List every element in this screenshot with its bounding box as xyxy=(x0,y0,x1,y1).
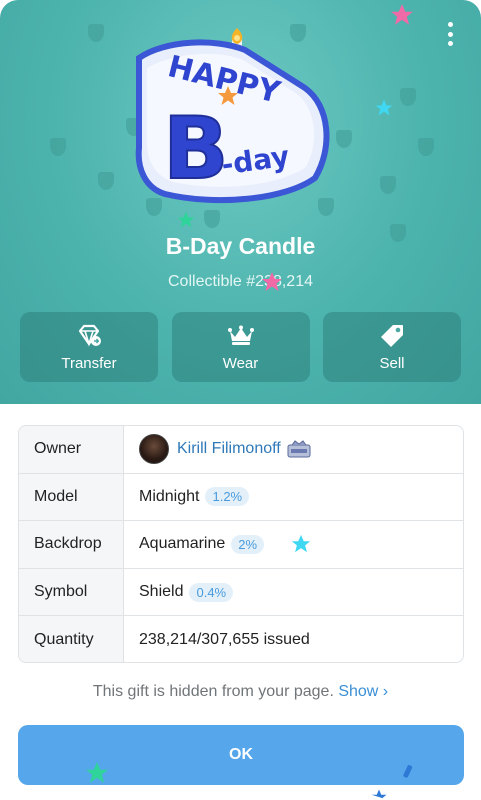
quantity-row: Quantity 238,214/307,655 issued xyxy=(19,616,463,662)
backdrop-row: Backdrop Aquamarine 2% xyxy=(19,521,463,569)
hidden-note-text: This gift is hidden from your page. xyxy=(92,683,339,700)
star-confetti-icon xyxy=(371,789,387,799)
shield-pattern-icon xyxy=(400,88,416,106)
gift-collectible-number: Collectible #238,214 xyxy=(168,273,313,290)
symbol-label: Symbol xyxy=(19,568,124,616)
shield-pattern-icon xyxy=(50,138,66,156)
tag-icon xyxy=(381,324,403,347)
backdrop-value: Aquamarine 2% xyxy=(124,521,463,568)
bday-candle-sticker: HAPPY B -day xyxy=(135,28,330,204)
owner-name-link[interactable]: Kirill Filimonoff xyxy=(177,440,281,458)
model-name: Midnight xyxy=(139,487,200,505)
wear-label: Wear xyxy=(222,354,259,372)
avatar[interactable] xyxy=(139,434,169,465)
star-confetti-icon xyxy=(375,99,393,116)
shield-pattern-icon xyxy=(418,138,434,156)
star-confetti-icon xyxy=(218,86,238,105)
star-confetti-icon xyxy=(291,535,311,553)
show-link[interactable]: Show › xyxy=(338,683,388,700)
sell-button[interactable]: Sell xyxy=(323,312,461,382)
sell-label: Sell xyxy=(379,354,405,372)
owner-label: Owner xyxy=(19,426,124,473)
owner-row: Owner Kirill Filimonoff xyxy=(19,426,463,474)
backdrop-rarity-badge[interactable]: 2% xyxy=(231,534,265,554)
model-label: Model xyxy=(19,473,124,521)
gift-transfer-icon xyxy=(78,324,101,347)
gift-info-table: Owner Kirill Filimonoff Model Midnight 1… xyxy=(18,425,464,663)
premium-badge-icon xyxy=(287,440,311,458)
gift-actions: Transfer Wear Sell xyxy=(20,312,461,382)
shield-pattern-icon xyxy=(380,176,396,194)
model-value: Midnight 1.2% xyxy=(124,474,463,521)
model-row: Model Midnight 1.2% xyxy=(19,473,463,522)
confetti-piece-icon xyxy=(403,765,413,778)
crown-icon xyxy=(227,325,254,345)
owner-value: Kirill Filimonoff xyxy=(124,426,463,473)
hidden-gift-note: This gift is hidden from your page. Show… xyxy=(0,683,481,701)
wear-button[interactable]: Wear xyxy=(171,312,310,382)
gift-title: B-Day Candle xyxy=(165,233,316,259)
star-confetti-icon xyxy=(177,211,195,228)
shield-pattern-icon xyxy=(204,210,220,228)
shield-pattern-icon xyxy=(88,24,104,42)
transfer-label: Transfer xyxy=(61,354,117,372)
transfer-button[interactable]: Transfer xyxy=(20,312,158,382)
backdrop-name: Aquamarine xyxy=(139,535,226,553)
gift-header: HAPPY B -day B-Day Candle Collectible #2… xyxy=(0,0,481,404)
symbol-name: Shield xyxy=(139,583,184,601)
quantity-label: Quantity xyxy=(19,616,124,662)
shield-pattern-icon xyxy=(98,172,114,190)
symbol-value: Shield 0.4% xyxy=(124,569,463,616)
quantity-value: 238,214/307,655 issued xyxy=(139,631,310,649)
backdrop-label: Backdrop xyxy=(19,521,124,568)
star-confetti-icon xyxy=(86,762,108,783)
more-menu-button[interactable] xyxy=(443,22,457,46)
symbol-rarity-badge[interactable]: 0.4% xyxy=(189,582,234,602)
symbol-row: Symbol Shield 0.4% xyxy=(19,568,463,617)
star-confetti-icon xyxy=(391,4,413,25)
model-rarity-badge[interactable]: 1.2% xyxy=(205,487,250,507)
star-confetti-icon xyxy=(262,272,282,291)
